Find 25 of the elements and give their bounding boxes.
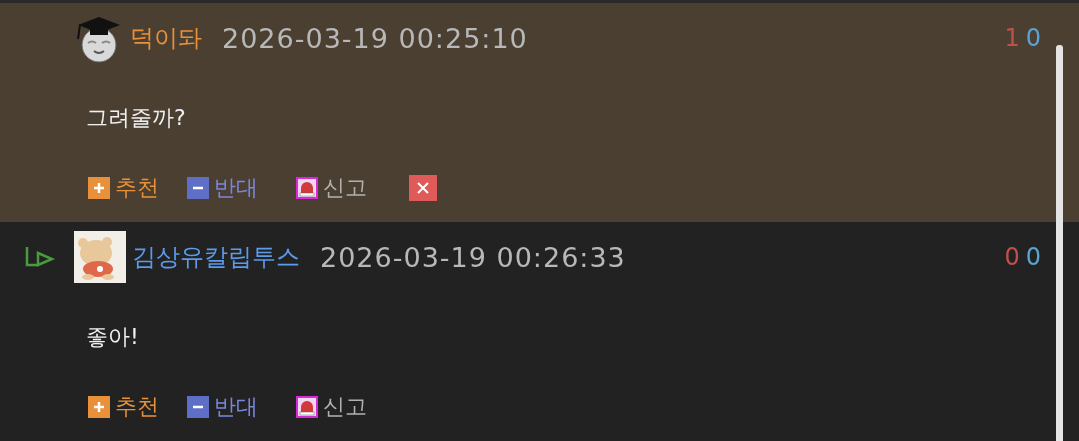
recommend-button[interactable]: 추천 xyxy=(88,173,159,203)
siren-icon xyxy=(296,396,318,418)
close-icon xyxy=(409,175,437,201)
report-button[interactable]: 신고 xyxy=(296,173,367,203)
comment-time: 2026-03-19 00:25:10 xyxy=(222,22,528,54)
delete-button[interactable] xyxy=(409,175,437,201)
comment-text: 그려줄까? xyxy=(86,104,186,132)
report-button[interactable]: 신고 xyxy=(296,392,367,422)
comment-time: 2026-03-19 00:26:33 xyxy=(320,241,626,273)
author-name[interactable]: 덕이돠 xyxy=(130,22,202,54)
siren-icon xyxy=(296,177,318,199)
oppose-button[interactable]: 반대 xyxy=(187,173,258,203)
plus-icon xyxy=(88,396,110,418)
author-name[interactable]: 김상유칼립투스 xyxy=(132,241,300,273)
downvote-count: 0 xyxy=(1025,24,1041,52)
downvote-count: 0 xyxy=(1025,243,1041,271)
minus-icon xyxy=(187,177,209,199)
upvote-count: 1 xyxy=(1004,24,1020,52)
scrollbar[interactable] xyxy=(1056,45,1063,441)
plus-icon xyxy=(88,177,110,199)
recommend-button[interactable]: 추천 xyxy=(88,392,159,422)
minus-icon xyxy=(187,396,209,418)
comment-text: 좋아! xyxy=(86,323,139,351)
oppose-button[interactable]: 반대 xyxy=(187,392,258,422)
upvote-count: 0 xyxy=(1004,243,1020,271)
